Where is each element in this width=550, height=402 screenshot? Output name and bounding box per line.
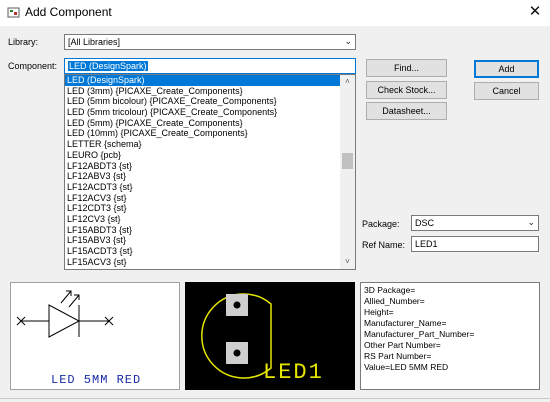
component-list[interactable]: LED (DesignSpark) LED (3mm) {PICAXE_Creat… xyxy=(64,74,356,270)
list-item[interactable]: LED (5mm tricolour) {PICAXE_Create_Compo… xyxy=(65,107,341,118)
component-input[interactable]: LED (DesignSpark) xyxy=(64,58,356,74)
find-button[interactable]: Find... xyxy=(366,59,447,77)
chevron-down-icon: ⌄ xyxy=(527,217,535,227)
list-item[interactable]: LF12ACDT3 {st} xyxy=(65,182,341,193)
led-footprint-icon: LED1 xyxy=(201,293,324,385)
property-line: Height= xyxy=(364,307,394,317)
led-symbol-icon: LED 5MM RED xyxy=(16,290,141,387)
property-line: 3D Package= xyxy=(364,285,416,295)
library-value: [All Libraries] xyxy=(68,37,121,47)
ref-name-input[interactable]: LED1 xyxy=(411,236,539,252)
datasheet-button[interactable]: Datasheet... xyxy=(366,102,447,120)
app-icon xyxy=(7,7,20,18)
ref-name-value: LED1 xyxy=(415,239,438,249)
property-line: Allied_Number= xyxy=(364,296,425,306)
list-item[interactable]: LF12ABV3 {st} xyxy=(65,171,341,182)
package-select[interactable]: DSC ⌄ xyxy=(411,215,539,231)
property-line: Other Part Number= xyxy=(364,340,441,350)
divider xyxy=(0,398,550,399)
property-line: Manufacturer_Name= xyxy=(364,318,447,328)
add-button[interactable]: Add xyxy=(474,60,539,78)
list-item[interactable]: LF15ACV3 {st} xyxy=(65,257,341,268)
list-item[interactable]: LF15ACDT3 {st} xyxy=(65,246,341,257)
list-item[interactable]: LED (5mm) {PICAXE_Create_Components} xyxy=(65,118,341,129)
scroll-down-icon[interactable]: ˅ xyxy=(340,255,355,269)
close-icon[interactable]: ✕ xyxy=(524,2,546,22)
schematic-preview: LED 5MM RED xyxy=(10,282,180,390)
cancel-button[interactable]: Cancel xyxy=(474,82,539,100)
property-line: Manufacturer_Part_Number= xyxy=(364,329,475,339)
properties-box[interactable]: 3D Package= Allied_Number= Height= Manufact… xyxy=(360,282,540,390)
library-select[interactable]: [All Libraries] ⌄ xyxy=(64,34,356,50)
list-item[interactable]: LF12CV3 {st} xyxy=(65,214,341,225)
component-value: LED (DesignSpark) xyxy=(68,61,148,71)
window-title: Add Component xyxy=(25,5,112,19)
title-bar: Add Component ✕ xyxy=(0,0,550,26)
property-line: RS Part Number= xyxy=(364,351,432,361)
package-value: DSC xyxy=(415,218,435,228)
list-item[interactable]: LF12CDT3 {st} xyxy=(65,203,341,214)
list-item[interactable]: LF12ABDT3 {st} xyxy=(65,161,341,172)
property-line: Value=LED 5MM RED xyxy=(364,362,449,372)
package-label: Package: xyxy=(362,219,400,229)
scroll-thumb[interactable] xyxy=(342,153,353,169)
pcb-caption: LED1 xyxy=(263,360,324,385)
chevron-down-icon: ⌄ xyxy=(344,36,352,46)
scroll-up-icon[interactable]: ˄ xyxy=(340,75,355,89)
list-item[interactable]: LEURO {pcb} xyxy=(65,150,341,161)
list-item[interactable]: LED (DesignSpark) xyxy=(65,75,341,86)
list-item[interactable]: LF15ABDT3 {st} xyxy=(65,225,341,236)
pcb-footprint-preview: LED1 xyxy=(185,282,355,390)
list-item[interactable]: LED (3mm) {PICAXE_Create_Components} xyxy=(65,86,341,97)
library-label: Library: xyxy=(8,37,39,47)
vertical-scrollbar[interactable]: ˄ ˅ xyxy=(340,75,355,269)
component-list-items: LED (DesignSpark) LED (3mm) {PICAXE_Creat… xyxy=(65,75,355,267)
list-item[interactable]: LED (5mm bicolour) {PICAXE_Create_Compon… xyxy=(65,96,341,107)
list-item[interactable]: LF15ABV3 {st} xyxy=(65,235,341,246)
list-item[interactable]: LED (10mm) {PICAXE_Create_Components} xyxy=(65,128,341,139)
component-label: Component: xyxy=(8,61,58,71)
list-item[interactable]: LF12ACV3 {st} xyxy=(65,193,341,204)
check-stock-button[interactable]: Check Stock... xyxy=(366,81,447,99)
schematic-caption: LED 5MM RED xyxy=(51,373,141,387)
list-item[interactable]: LETTER {schema} xyxy=(65,139,341,150)
ref-name-label: Ref Name: xyxy=(362,240,406,250)
